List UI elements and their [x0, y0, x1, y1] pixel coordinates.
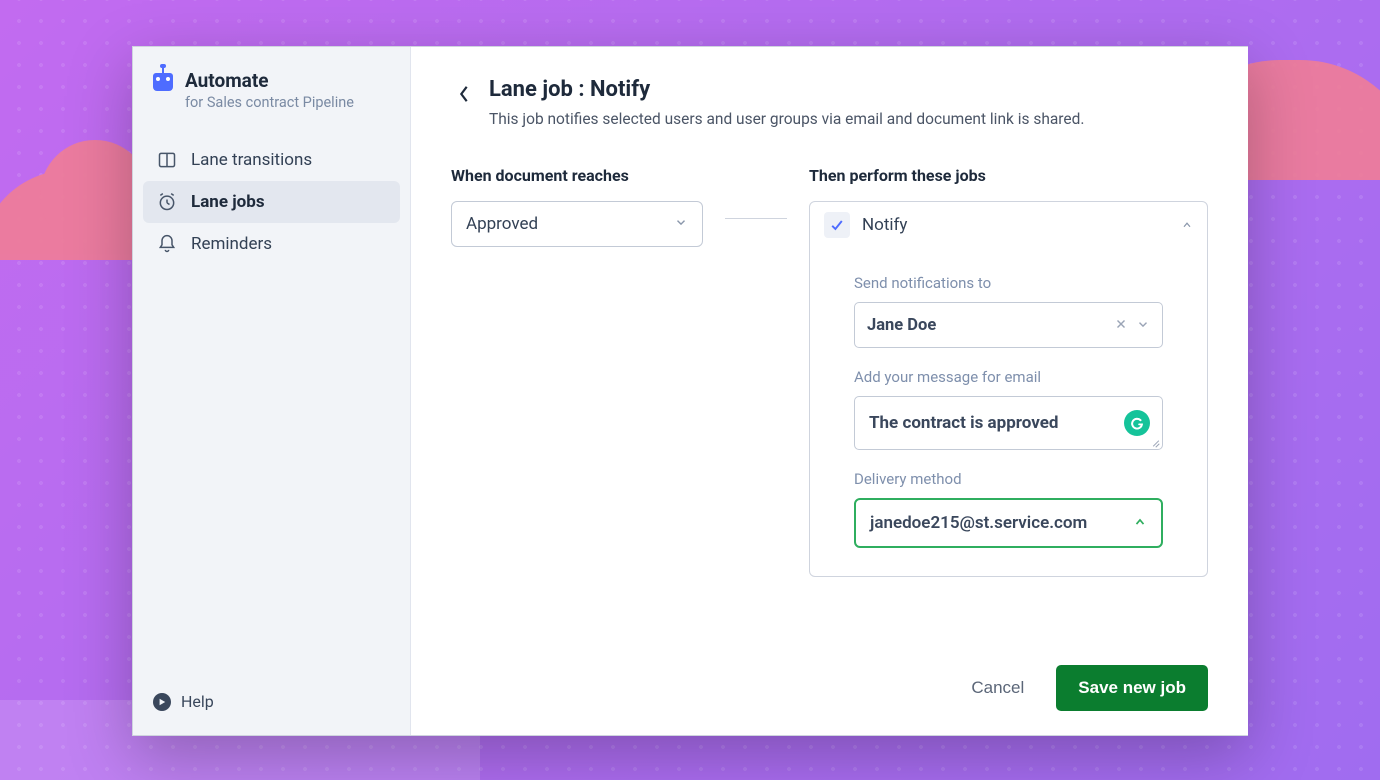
job-header[interactable]: Notify: [810, 202, 1207, 248]
sidebar-nav: Lane transitions Lane jobs Reminders: [143, 139, 400, 265]
sidebar-subtitle: for Sales contract Pipeline: [185, 94, 354, 111]
when-label: When document reaches: [451, 166, 703, 185]
sidebar-item-label: Lane transitions: [191, 150, 312, 170]
delivery-method-select[interactable]: janedoe215@st.service.com: [854, 498, 1163, 548]
chevron-down-icon: [1136, 316, 1150, 335]
back-button[interactable]: [451, 81, 477, 107]
message-value: The contract is approved: [869, 413, 1058, 433]
robot-icon: [153, 73, 173, 91]
chevron-up-icon: [1181, 216, 1193, 235]
message-field: Add your message for email The contract …: [854, 368, 1163, 450]
play-circle-icon: [153, 693, 171, 711]
chevron-up-icon: [1133, 514, 1147, 533]
page-background: Automate for Sales contract Pipeline Lan…: [0, 0, 1380, 780]
delivery-label: Delivery method: [854, 470, 1163, 488]
form-area: When document reaches Approved Then perf…: [451, 166, 1208, 577]
help-label: Help: [181, 692, 214, 711]
job-body: Send notifications to Jane Doe: [810, 248, 1207, 576]
message-label: Add your message for email: [854, 368, 1163, 386]
page-title: Lane job : Notify: [489, 77, 1084, 102]
message-textarea[interactable]: The contract is approved: [854, 396, 1163, 450]
recipients-select[interactable]: Jane Doe: [854, 302, 1163, 348]
sidebar: Automate for Sales contract Pipeline Lan…: [133, 47, 411, 735]
when-document-value: Approved: [466, 214, 538, 234]
clear-icon[interactable]: [1114, 316, 1128, 335]
sidebar-item-lane-jobs[interactable]: Lane jobs: [143, 181, 400, 223]
job-panel: Notify Send notifications to Jane Doe: [809, 201, 1208, 577]
automate-modal: Automate for Sales contract Pipeline Lan…: [132, 46, 1248, 736]
cancel-button[interactable]: Cancel: [971, 678, 1024, 698]
sidebar-brand: Automate for Sales contract Pipeline: [143, 65, 400, 133]
recipients-label: Send notifications to: [854, 274, 1163, 292]
when-document-select[interactable]: Approved: [451, 201, 703, 247]
footer-actions: Cancel Save new job: [451, 645, 1208, 711]
sidebar-item-label: Lane jobs: [191, 192, 265, 212]
sidebar-title: Automate: [185, 69, 354, 92]
sidebar-item-lane-transitions[interactable]: Lane transitions: [143, 139, 400, 181]
save-new-job-button[interactable]: Save new job: [1056, 665, 1208, 711]
recipients-field: Send notifications to Jane Doe: [854, 274, 1163, 348]
connector-line: [725, 218, 787, 219]
when-column: When document reaches Approved: [451, 166, 703, 247]
sidebar-item-label: Reminders: [191, 234, 272, 254]
delivery-value: janedoe215@st.service.com: [870, 513, 1133, 533]
help-button[interactable]: Help: [143, 684, 400, 719]
grammarly-icon[interactable]: [1124, 410, 1150, 436]
sidebar-item-reminders[interactable]: Reminders: [143, 223, 400, 265]
check-icon: [824, 212, 850, 238]
bell-icon: [157, 234, 177, 254]
job-title: Notify: [862, 215, 1169, 235]
chevron-down-icon: [674, 214, 688, 234]
then-column: Then perform these jobs Notify: [809, 166, 1208, 577]
resize-handle-icon[interactable]: [1150, 437, 1160, 447]
main-panel: Lane job : Notify This job notifies sele…: [411, 47, 1248, 735]
columns-icon: [157, 150, 177, 170]
delivery-field: Delivery method janedoe215@st.service.co…: [854, 470, 1163, 548]
alarm-icon: [157, 192, 177, 212]
then-label: Then perform these jobs: [809, 166, 1208, 185]
recipients-value: Jane Doe: [867, 316, 1106, 335]
page-description: This job notifies selected users and use…: [489, 110, 1084, 128]
page-header: Lane job : Notify This job notifies sele…: [451, 77, 1208, 128]
